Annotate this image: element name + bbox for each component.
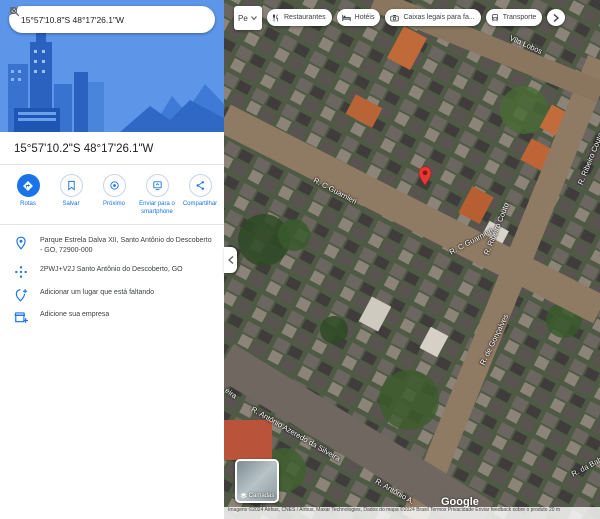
- add-business-icon: [14, 312, 28, 323]
- bookmark-icon: [67, 180, 75, 191]
- chip-partial[interactable]: Pe: [234, 6, 262, 30]
- send-to-phone-icon: [152, 181, 162, 191]
- camera-icon: [390, 14, 400, 21]
- location-pin-marker[interactable]: [418, 166, 432, 186]
- clear-search-button[interactable]: [10, 7, 215, 33]
- search-button[interactable]: [10, 7, 189, 33]
- chevron-left-icon: [227, 256, 233, 264]
- share-icon: [196, 181, 204, 190]
- directions-button[interactable]: Rotas: [8, 174, 48, 216]
- place-coordinates: 15°57'10.2"S 48°17'26.1"W: [14, 143, 154, 155]
- chevron-down-icon: [250, 16, 257, 21]
- directions-icon: [23, 180, 33, 191]
- search-box[interactable]: 15°57'10.8"S 48°17'26.1"W: [9, 6, 215, 33]
- map-attribution[interactable]: Imagens ©2024 Airbus, CNES / Airbus, Max…: [224, 507, 600, 519]
- chip-restaurants[interactable]: Restaurantes: [267, 9, 332, 26]
- satellite-imagery: [224, 0, 600, 519]
- chevron-right-icon: [553, 13, 560, 22]
- transit-icon: [491, 13, 498, 21]
- address-row[interactable]: Parque Estrela Dalva XII, Santo Antônio …: [14, 236, 214, 256]
- action-bar: Rotas Salvar Próximo Enviar para o smart…: [8, 174, 220, 216]
- divider: [0, 224, 224, 225]
- chips-next-button[interactable]: [547, 9, 566, 26]
- location-pin-icon: [16, 236, 26, 250]
- nearby-button[interactable]: Próximo: [94, 174, 134, 216]
- layers-button[interactable]: Camadas: [235, 459, 279, 503]
- nearby-icon: [109, 181, 119, 190]
- add-location-icon: [15, 289, 28, 302]
- address-text: Parque Estrela Dalva XII, Santo Antônio …: [40, 237, 212, 254]
- divider: [0, 164, 224, 165]
- add-business-text: Adicione sua empresa: [40, 311, 110, 318]
- chip-hotels[interactable]: Hotéis: [336, 9, 381, 26]
- place-panel: 15°57'10.8"S 48°17'26.1"W 15°57'10.2"S 4…: [0, 0, 224, 519]
- layers-icon: [240, 492, 247, 499]
- save-button[interactable]: Salvar: [51, 174, 91, 216]
- collapse-panel-button[interactable]: [224, 247, 237, 273]
- add-business-row[interactable]: Adicione sua empresa: [14, 310, 214, 324]
- category-chips: Pe Restaurantes Hotéis Caixas legais par…: [234, 6, 566, 30]
- hotel-icon: [341, 14, 351, 21]
- send-to-phone-button[interactable]: Enviar para o smartphone: [137, 174, 177, 216]
- share-button[interactable]: Compartilhar: [180, 174, 220, 216]
- add-place-text: Adicionar um lugar que está faltando: [40, 289, 155, 296]
- plus-code-icon: [15, 266, 27, 278]
- satellite-map[interactable]: R. C Guarnieri R. C Guarnieri R. Ribeiro…: [224, 0, 600, 519]
- plus-code-row[interactable]: 2PWJ+V2J Santo Antônio do Descoberto, GO: [14, 265, 214, 279]
- place-hero-image: 15°57'10.8"S 48°17'26.1"W: [0, 0, 224, 132]
- search-input[interactable]: 15°57'10.8"S 48°17'26.1"W: [21, 15, 163, 25]
- chip-photo-spots[interactable]: Caixas legais para fa...: [385, 9, 481, 26]
- close-icon: [10, 7, 18, 15]
- chip-transit[interactable]: Transporte: [485, 9, 543, 26]
- add-place-row[interactable]: Adicionar um lugar que está faltando: [14, 288, 214, 302]
- plus-code-text: 2PWJ+V2J Santo Antônio do Descoberto, GO: [40, 266, 183, 273]
- restaurant-icon: [272, 13, 279, 21]
